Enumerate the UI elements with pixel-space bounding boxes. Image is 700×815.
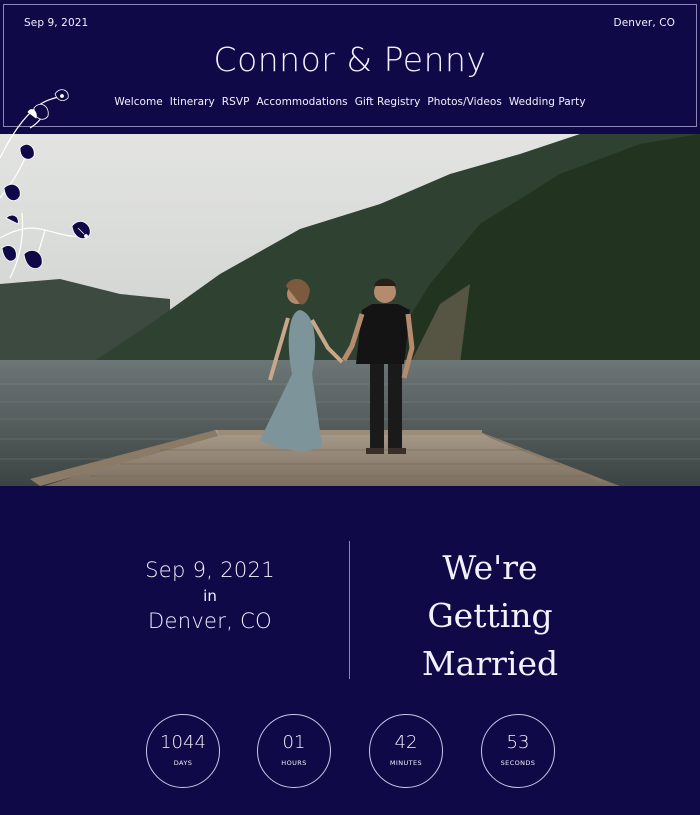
header-date: Sep 9, 2021 [24, 17, 89, 29]
nav-itinerary[interactable]: Itinerary [170, 96, 215, 108]
hours-value: 01 [282, 732, 306, 753]
countdown-days: 1044 DAYS [146, 714, 220, 788]
countdown-hours: 01 HOURS [257, 714, 331, 788]
days-label: DAYS [173, 759, 193, 767]
main-nav: Welcome Itinerary RSVP Accommodations Gi… [0, 96, 700, 108]
headline-line-1: We're [442, 548, 538, 587]
floral-decoration [0, 89, 91, 279]
nav-wedding-party[interactable]: Wedding Party [509, 96, 586, 108]
nav-welcome[interactable]: Welcome [114, 96, 162, 108]
event-details: Sep 9, 2021 in Denver, CO [100, 558, 320, 633]
seconds-value: 53 [506, 732, 530, 753]
headline-line-3: Married [421, 644, 559, 683]
minutes-value: 42 [394, 732, 418, 753]
seconds-label: SECONDS [500, 759, 536, 767]
minutes-label: MINUTES [389, 759, 423, 767]
vertical-divider [349, 541, 350, 679]
headline-line-2: Getting [427, 596, 553, 635]
hours-label: HOURS [281, 759, 307, 767]
site-header: Sep 9, 2021 Denver, CO Connor & Penny We… [0, 0, 700, 134]
countdown-timer: 1044 DAYS 01 HOURS 42 MINUTES 53 SECONDS [0, 714, 700, 788]
nav-accommodations[interactable]: Accommodations [256, 96, 347, 108]
countdown-seconds: 53 SECONDS [481, 714, 555, 788]
couple-photo [0, 134, 700, 486]
header-location: Denver, CO [613, 17, 675, 29]
event-info-section: Sep 9, 2021 in Denver, CO We're Getting … [0, 486, 700, 815]
days-value: 1044 [160, 732, 206, 753]
event-in-text: in [203, 587, 217, 605]
lake-dock-scene [0, 134, 700, 486]
site-title[interactable]: Connor & Penny [0, 40, 700, 79]
nav-rsvp[interactable]: RSVP [222, 96, 250, 108]
headline: We're Getting Married [385, 544, 595, 688]
nav-photos-videos[interactable]: Photos/Videos [427, 96, 502, 108]
countdown-minutes: 42 MINUTES [369, 714, 443, 788]
event-location: Denver, CO [148, 609, 272, 633]
nav-gift-registry[interactable]: Gift Registry [355, 96, 421, 108]
event-date: Sep 9, 2021 [145, 558, 275, 582]
